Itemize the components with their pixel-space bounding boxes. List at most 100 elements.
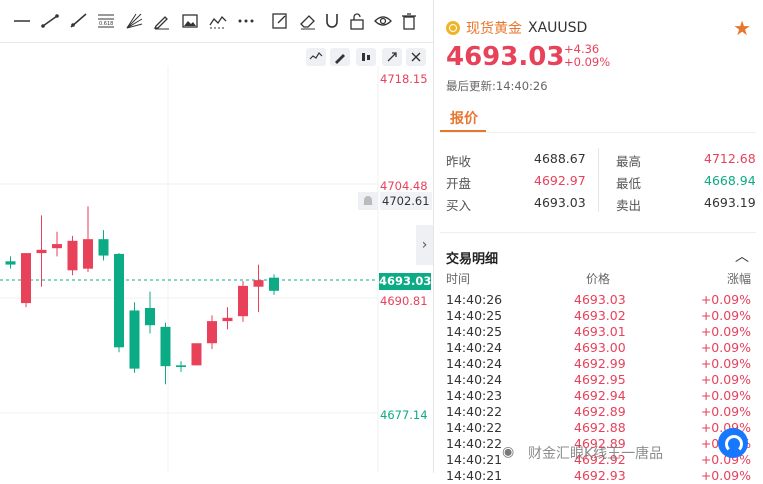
price-label-lower: 4690.81 <box>380 294 428 308</box>
fan-icon[interactable] <box>124 11 144 31</box>
chevron-right-icon[interactable]: › <box>416 225 433 265</box>
stat-value-open: 4692.97 <box>534 173 586 188</box>
image-icon[interactable] <box>180 11 200 31</box>
hover-price-label: 4702.61 <box>380 192 432 210</box>
candle-body <box>160 326 171 367</box>
eraser-icon[interactable] <box>298 11 318 31</box>
trade-price: 4693.00 <box>574 340 626 355</box>
divider <box>440 232 756 233</box>
gold-coin-icon <box>446 21 460 35</box>
trade-time: 14:40:23 <box>446 388 503 403</box>
stat-value-prev-close: 4688.67 <box>534 151 586 166</box>
chevron-up-icon[interactable]: ︿ <box>735 246 749 266</box>
more-icon[interactable] <box>236 11 256 31</box>
weibo-logo-icon: ◉ <box>502 444 515 460</box>
stat-label-high: 最高 <box>616 154 642 169</box>
chart-area[interactable]: 0.618 4718.15 4704.48 4702.61 › 4693.03 … <box>0 0 434 473</box>
candle-body <box>114 253 124 348</box>
stat-label-open: 开盘 <box>446 176 472 191</box>
trade-row: 14:40:24 4693.00 +0.09% <box>446 340 751 356</box>
trades-header-price: 价格 <box>586 272 611 286</box>
watermark: 财金汇眼K线王一唐品 <box>528 446 664 462</box>
trade-price: 4692.94 <box>574 388 626 403</box>
candle-body <box>191 343 202 366</box>
unlock-icon[interactable] <box>347 11 367 31</box>
trade-price: 4692.88 <box>574 420 626 435</box>
draw-button[interactable] <box>330 48 350 66</box>
candle-type-button[interactable] <box>356 48 376 66</box>
trade-price: 4692.89 <box>574 404 626 419</box>
trade-row: 14:40:24 4692.99 +0.09% <box>446 356 751 372</box>
stat-value-ask: 4693.19 <box>704 195 756 210</box>
candle-body <box>21 253 31 304</box>
alert-bell-icon[interactable] <box>358 192 378 210</box>
candle-body <box>145 307 155 326</box>
trade-price: 4692.95 <box>574 372 626 387</box>
trade-row: 14:40:21 4692.93 +0.09% <box>446 468 751 484</box>
trade-price: 4692.99 <box>574 356 626 371</box>
trash-icon[interactable] <box>399 11 419 31</box>
candlestick-chart[interactable] <box>0 66 433 473</box>
trend-line-icon[interactable] <box>40 11 60 31</box>
stat-label-bid: 买入 <box>446 198 472 213</box>
magnet-icon[interactable] <box>322 11 342 31</box>
trade-time: 14:40:22 <box>446 404 503 419</box>
price-change: +4.36 +0.09% <box>564 43 610 69</box>
note-icon[interactable] <box>270 11 290 31</box>
pencil-icon[interactable] <box>152 11 172 31</box>
drawing-toolbar: 0.618 <box>0 0 433 43</box>
trade-price: 4693.03 <box>574 292 626 307</box>
trade-row: 14:40:22 4692.88 +0.09% <box>446 420 751 436</box>
trade-row: 14:40:22 4692.89 +0.09% <box>446 404 751 420</box>
candle-body <box>176 365 186 367</box>
collapse-icon[interactable] <box>382 48 402 66</box>
trades-header-time: 时间 <box>446 272 471 286</box>
candle-body <box>269 277 279 291</box>
trade-row: 14:40:25 4693.02 +0.09% <box>446 308 751 324</box>
ray-icon[interactable] <box>68 11 88 31</box>
indicator-button[interactable] <box>306 48 326 66</box>
trade-change: +0.09% <box>700 324 751 339</box>
price-label-upper: 4704.48 <box>380 179 428 193</box>
trade-change: +0.09% <box>700 468 751 483</box>
fib-icon[interactable]: 0.618 <box>96 11 116 31</box>
trade-time: 14:40:22 <box>446 436 503 451</box>
candle-body <box>238 285 248 317</box>
trade-change: +0.09% <box>700 404 751 419</box>
chart-line-icon[interactable] <box>208 11 228 31</box>
stat-label-low: 最低 <box>616 176 642 191</box>
stat-label-prev-close: 昨收 <box>446 154 472 169</box>
trade-time: 14:40:22 <box>446 420 503 435</box>
candle-body <box>67 240 78 271</box>
candle-body <box>36 249 47 254</box>
candle-body <box>5 261 16 265</box>
divider <box>598 148 599 212</box>
trade-time: 14:40:21 <box>446 452 503 467</box>
trade-change: +0.09% <box>700 308 751 323</box>
trade-price: 4693.01 <box>574 324 626 339</box>
candle-body <box>98 239 109 256</box>
candle-body <box>222 317 233 322</box>
close-icon[interactable] <box>406 48 426 66</box>
last-updated-label: 最后更新: <box>446 79 496 93</box>
symbol-header: 现货黄金 XAUUSD <box>446 18 587 38</box>
stat-value-bid: 4693.03 <box>534 195 586 210</box>
trades-title: 交易明细 <box>446 252 499 267</box>
tab-quote[interactable]: 报价 <box>450 108 478 128</box>
trade-time: 14:40:21 <box>446 468 503 483</box>
horizontal-line-icon[interactable] <box>12 11 32 31</box>
favorite-star-icon[interactable]: ★ <box>733 16 751 40</box>
stat-value-high: 4712.68 <box>704 151 756 166</box>
eye-icon[interactable] <box>373 11 393 31</box>
last-price: 4693.03 <box>446 42 565 72</box>
trade-row: 14:40:26 4693.03 +0.09% <box>446 292 751 308</box>
trade-time: 14:40:24 <box>446 372 503 387</box>
stat-value-low: 4668.94 <box>704 173 756 188</box>
trade-price: 4693.02 <box>574 308 626 323</box>
trade-row: 14:40:24 4692.95 +0.09% <box>446 372 751 388</box>
trade-change: +0.09% <box>700 292 751 307</box>
divider <box>440 132 756 133</box>
float-chat-icon[interactable] <box>718 428 748 458</box>
trade-time: 14:40:25 <box>446 324 503 339</box>
stat-label-ask: 卖出 <box>616 198 642 213</box>
